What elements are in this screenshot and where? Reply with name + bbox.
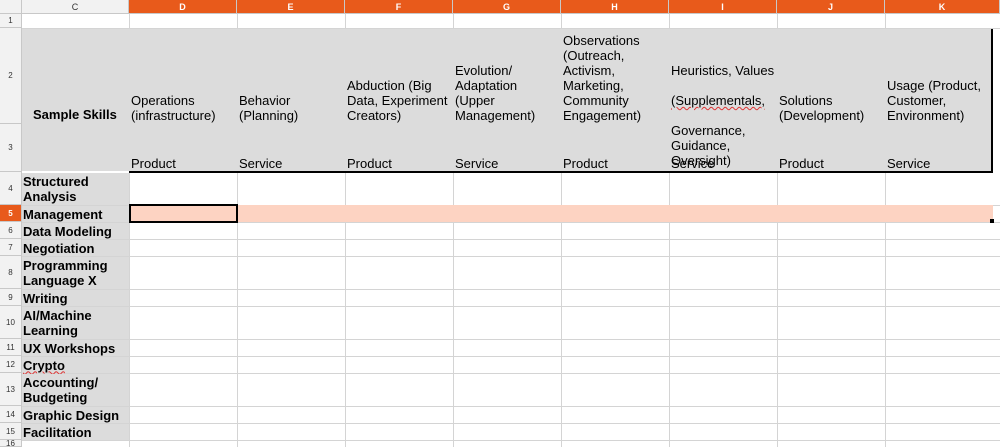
row-header-8[interactable]: 8	[0, 256, 22, 289]
skill-facilitation[interactable]: Facilitation	[22, 424, 129, 440]
row-header-11[interactable]: 11	[0, 339, 22, 356]
skill-programming-language[interactable]: Programming Language X	[22, 257, 129, 289]
skill-accounting-budgeting[interactable]: Accounting/ Budgeting	[22, 374, 129, 406]
skill-label: Data Modeling	[23, 223, 112, 239]
header-evolution: Evolution/ Adaptation (Upper Management)	[455, 63, 536, 123]
header-usage-kind: Service	[887, 156, 931, 171]
header-abduction-kind: Product	[347, 156, 392, 171]
row-header-2[interactable]: 2	[0, 28, 22, 124]
skill-graphic-design[interactable]: Graphic Design	[22, 407, 129, 423]
skill-crypto[interactable]: Crypto	[22, 357, 129, 373]
active-cell-d5[interactable]	[129, 204, 238, 223]
row-header-16[interactable]: 16	[0, 439, 22, 448]
gridline	[22, 339, 1000, 340]
row-header-10[interactable]: 10	[0, 306, 22, 339]
row-header-7[interactable]: 7	[0, 239, 22, 256]
skill-label: Programming Language X	[23, 258, 108, 288]
column-header-f[interactable]: F	[345, 0, 453, 14]
skill-label: AI/Machine Learning	[23, 308, 92, 338]
row-header-13[interactable]: 13	[0, 373, 22, 406]
header-behavior-kind: Service	[239, 156, 283, 171]
skill-label: Writing	[23, 290, 68, 306]
skill-ai-machine-learning[interactable]: AI/Machine Learning	[22, 307, 129, 339]
skill-data-modeling[interactable]: Data Modeling	[22, 223, 129, 239]
spreadsheet-grid[interactable]: C D E F G H I J K 1 2 3 4 5 6 7 8 9 10 1…	[0, 0, 1000, 448]
skill-label: Facilitation	[23, 424, 92, 440]
gridline	[22, 423, 1000, 424]
header-behavior: Behavior (Planning)	[239, 93, 299, 123]
gridline	[22, 306, 1000, 307]
header-observations: Observations (Outreach, Activism, Market…	[563, 33, 642, 123]
skill-label: Structured Analysis	[23, 174, 89, 204]
skill-writing[interactable]: Writing	[22, 290, 129, 306]
gridline	[22, 373, 1000, 374]
gridline	[22, 440, 1000, 441]
row-header-4[interactable]: 4	[0, 172, 22, 205]
header-usage: Usage (Product, Customer, Environment)	[887, 78, 981, 123]
skill-label: Management	[23, 206, 103, 222]
header-heuristics-line2: (Supplementals,	[671, 93, 765, 108]
column-header-k[interactable]: K	[885, 0, 1000, 14]
gridline	[22, 406, 1000, 407]
row-header-5[interactable]: 5	[0, 205, 22, 222]
column-header-g[interactable]: G	[453, 0, 561, 14]
header-heuristics-kind: Service	[671, 156, 715, 171]
skill-management[interactable]: Management	[22, 206, 129, 222]
skill-label: Negotiation	[23, 240, 95, 256]
header-abduction: Abduction (Big Data, Experiment Creators…	[347, 78, 448, 123]
column-header-h[interactable]: H	[561, 0, 669, 14]
skill-ux-workshops[interactable]: UX Workshops	[22, 340, 129, 356]
header-band-border-bottom	[129, 171, 993, 173]
skill-label: Accounting/ Budgeting	[23, 375, 99, 405]
header-solutions: Solutions (Development)	[779, 93, 865, 123]
header-operations: Operations (infrastructure)	[131, 93, 216, 123]
column-header-j[interactable]: J	[777, 0, 885, 14]
skill-label: UX Workshops	[23, 340, 116, 356]
gridline	[22, 356, 1000, 357]
row-header-1[interactable]: 1	[0, 14, 22, 28]
row-header-12[interactable]: 12	[0, 356, 22, 373]
header-band-border-right	[991, 29, 993, 172]
column-header-i[interactable]: I	[669, 0, 777, 14]
skill-structured-analysis[interactable]: Structured Analysis	[22, 173, 129, 205]
skill-negotiation[interactable]: Negotiation	[22, 240, 129, 256]
column-header-d[interactable]: D	[129, 0, 237, 14]
row-header-3[interactable]: 3	[0, 124, 22, 172]
column-header-c[interactable]: C	[22, 0, 129, 14]
fill-handle[interactable]	[990, 219, 994, 223]
row-header-14[interactable]: 14	[0, 406, 22, 423]
selected-row-highlight	[129, 205, 993, 222]
gridline	[22, 289, 1000, 290]
skill-label: Crypto	[23, 357, 65, 373]
row-header-9[interactable]: 9	[0, 289, 22, 306]
header-evolution-kind: Service	[455, 156, 499, 171]
skill-label: Graphic Design	[23, 407, 120, 423]
header-observations-kind: Product	[563, 156, 608, 171]
sample-skills-heading: Sample Skills	[33, 107, 117, 122]
header-operations-kind: Product	[131, 156, 176, 171]
row-header-6[interactable]: 6	[0, 222, 22, 239]
gridline	[22, 239, 1000, 240]
column-header-e[interactable]: E	[237, 0, 345, 14]
header-heuristics-line1: Heuristics, Values	[671, 63, 775, 78]
row-header-15[interactable]: 15	[0, 423, 22, 440]
header-solutions-kind: Product	[779, 156, 824, 171]
gridline	[22, 256, 1000, 257]
corner-select-all[interactable]	[0, 0, 22, 14]
